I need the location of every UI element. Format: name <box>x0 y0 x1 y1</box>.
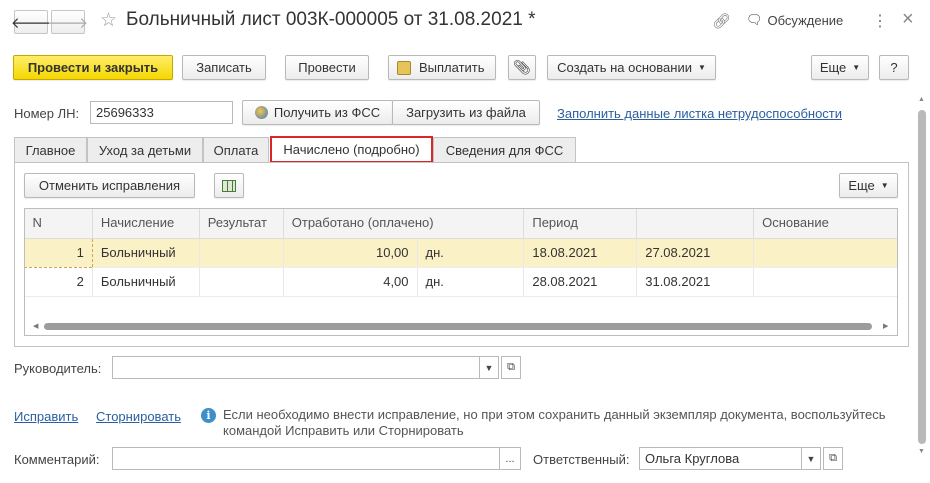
chevron-down-icon: ▼ <box>880 181 889 190</box>
ln-number-input[interactable]: 25696333 <box>90 101 233 124</box>
paperclip-icon: 📎︎ <box>513 59 531 75</box>
scroll-left-icon[interactable]: ◀ <box>33 322 38 330</box>
link-icon[interactable]: 🔗︎ <box>712 12 731 30</box>
chat-icon: 🗨︎ <box>746 12 763 27</box>
attach-button[interactable]: 📎︎ <box>508 55 536 80</box>
tab-accrued-detailed[interactable]: Начислено (подробно) <box>270 136 433 163</box>
load-from-file-button[interactable]: Загрузить из файла <box>392 100 540 125</box>
star-icon[interactable]: ☆ <box>100 9 117 32</box>
close-icon[interactable]: × <box>902 8 914 31</box>
tab-main[interactable]: Главное <box>14 137 87 163</box>
vertical-scrollbar[interactable] <box>918 110 926 444</box>
discussion-label: Обсуждение <box>767 12 844 28</box>
write-button[interactable]: Записать <box>182 55 266 80</box>
fix-link[interactable]: Исправить <box>14 409 78 424</box>
ellipsis-icon: ... <box>505 452 515 465</box>
arrow-right-icon: 🡒 <box>47 14 89 32</box>
discussion-button[interactable]: 🗨︎ Обсуждение <box>746 12 843 28</box>
tab-fss-info[interactable]: Сведения для ФСС <box>433 137 576 163</box>
horizontal-scrollbar[interactable] <box>44 323 872 330</box>
info-icon: i <box>201 408 216 423</box>
comment-label: Комментарий: <box>14 452 100 467</box>
manager-open-button[interactable]: ⧉ <box>501 356 521 379</box>
fill-sick-leave-link[interactable]: Заполнить данные листка нетрудоспособнос… <box>557 106 842 121</box>
pay-label: Выплатить <box>419 60 485 75</box>
comment-input[interactable] <box>112 447 500 470</box>
get-from-fss-button[interactable]: Получить из ФСС <box>242 100 393 125</box>
manager-dropdown[interactable]: ▼ <box>479 356 499 379</box>
more-button[interactable]: Еще ▼ <box>811 55 869 80</box>
table-add-icon <box>222 179 236 192</box>
payment-icon <box>397 60 411 75</box>
fss-icon <box>254 106 268 119</box>
forward-button[interactable]: 🡒 <box>47 10 89 34</box>
chevron-down-icon: ▼ <box>484 362 494 373</box>
tab-child-care[interactable]: Уход за детьми <box>87 137 203 163</box>
responsible-open-button[interactable]: ⧉ <box>823 447 843 470</box>
responsible-label: Ответственный: <box>533 452 630 467</box>
create-based-label: Создать на основании <box>557 60 692 75</box>
panel-more-button[interactable]: Еще ▼ <box>839 173 898 198</box>
pay-button[interactable]: Выплатить <box>388 55 496 80</box>
post-button[interactable]: Провести <box>285 55 369 80</box>
table-frame <box>24 208 898 336</box>
responsible-input[interactable]: Ольга Круглова <box>639 447 802 470</box>
cancel-corrections-button[interactable]: Отменить исправления <box>24 173 195 198</box>
page-title: Больничный лист 003К-000005 от 31.08.202… <box>126 9 536 30</box>
open-form-icon: ⧉ <box>829 452 837 464</box>
panel-more-label: Еще <box>848 178 875 193</box>
info-hint: Если необходимо внести исправление, но п… <box>223 407 886 438</box>
scroll-up-icon[interactable]: ▲ <box>918 96 925 103</box>
arrow-left-icon: 🡐 <box>10 14 52 32</box>
ln-number-label: Номер ЛН: <box>14 106 80 121</box>
get-from-fss-label: Получить из ФСС <box>273 105 381 120</box>
manager-label: Руководитель: <box>14 361 102 376</box>
responsible-dropdown[interactable]: ▼ <box>801 447 821 470</box>
chevron-down-icon: ▼ <box>806 453 816 464</box>
post-and-close-button[interactable]: Провести и закрыть <box>13 55 173 80</box>
table-settings-button[interactable] <box>214 173 244 198</box>
chevron-down-icon: ▼ <box>697 63 706 72</box>
scroll-down-icon[interactable]: ▼ <box>918 448 925 455</box>
manager-input[interactable] <box>112 356 480 379</box>
create-based-button[interactable]: Создать на основании ▼ <box>547 55 716 80</box>
more-icon[interactable]: ⋮ <box>872 11 888 31</box>
open-form-icon: ⧉ <box>507 361 515 373</box>
help-button[interactable]: ? <box>879 55 909 80</box>
comment-expand-button[interactable]: ... <box>499 447 521 470</box>
storno-link[interactable]: Сторнировать <box>96 409 181 424</box>
back-button[interactable]: 🡐 <box>10 10 52 34</box>
more-label: Еще <box>819 60 847 75</box>
chevron-down-icon: ▼ <box>852 63 861 72</box>
scroll-right-icon[interactable]: ▶ <box>883 322 888 330</box>
tab-payment[interactable]: Оплата <box>203 137 269 163</box>
